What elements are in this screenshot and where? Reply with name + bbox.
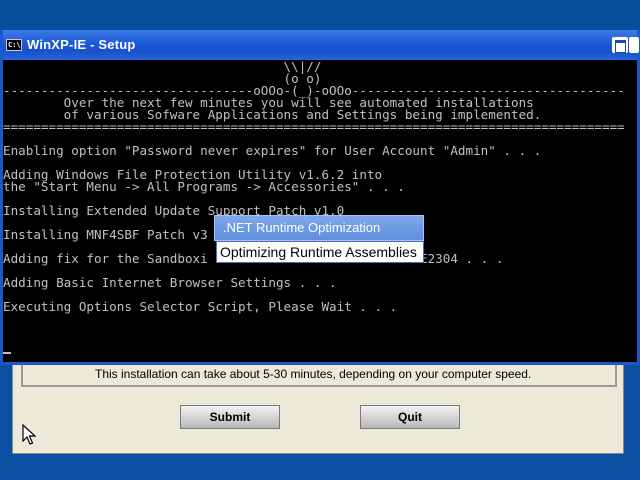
setup-dialog: This installation can take about 5-30 mi…: [12, 361, 624, 454]
info-text: This installation can take about 5-30 mi…: [95, 367, 532, 381]
console-line: the "Start Menu -> All Programs -> Acces…: [3, 179, 405, 194]
quit-button[interactable]: Quit: [360, 405, 460, 429]
desktop-background: [0, 0, 640, 30]
submit-button[interactable]: Submit: [180, 405, 280, 429]
title-bar[interactable]: C:\ WinXP-IE - Setup: [3, 30, 639, 60]
console-line: ========================================…: [3, 119, 625, 134]
popup-message: Optimizing Runtime Assemblies: [216, 241, 424, 263]
text-cursor: [3, 352, 11, 354]
console-window[interactable]: C:\ WinXP-IE - Setup \\|// (o o) -------…: [0, 30, 640, 365]
console-icon[interactable]: C:\: [6, 39, 22, 51]
console-line: Executing Options Selector Script, Pleas…: [3, 299, 398, 314]
console-line: Adding Basic Internet Browser Settings .…: [3, 275, 337, 290]
window-title: WinXP-IE - Setup: [27, 37, 136, 52]
maximize-button[interactable]: [612, 37, 628, 53]
mouse-pointer-icon: [22, 424, 36, 445]
console-output[interactable]: \\|// (o o) ----------------------------…: [3, 60, 637, 362]
close-button[interactable]: [629, 37, 639, 53]
console-line: Enabling option "Password never expires"…: [3, 143, 542, 158]
net-optimization-popup[interactable]: .NET Runtime Optimization Optimizing Run…: [214, 215, 424, 264]
popup-title: .NET Runtime Optimization: [214, 215, 424, 241]
console-line: Installing MNF4SBF Patch v3: [3, 227, 208, 242]
